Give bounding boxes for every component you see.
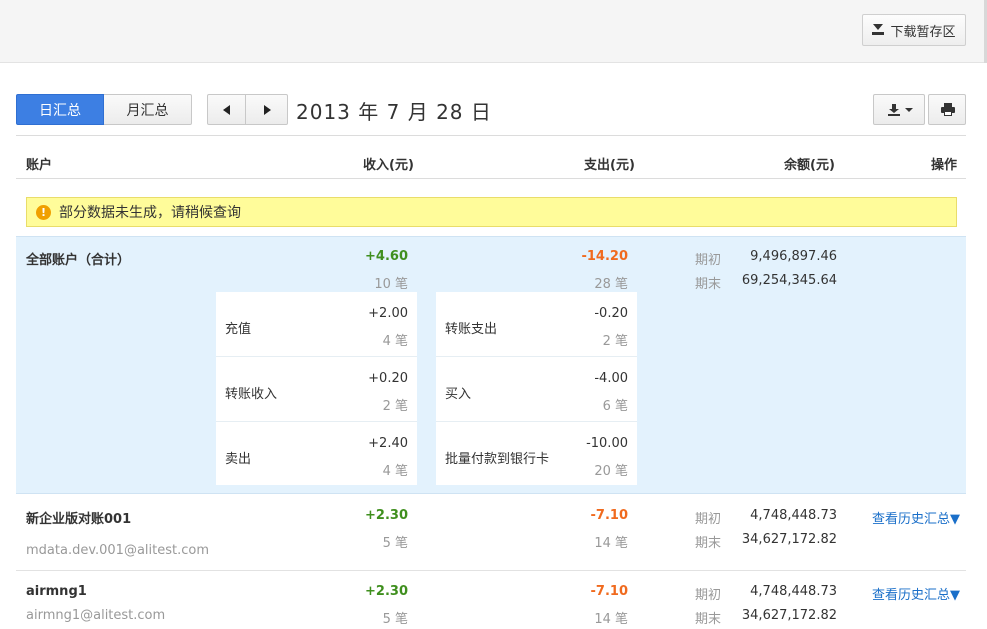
chevron-down-icon: [905, 108, 913, 112]
breakdown-label: 批量付款到银行卡: [445, 452, 550, 467]
top-bar: 下载暂存区: [0, 0, 987, 63]
breakdown-amount: +2.40: [368, 436, 408, 451]
total-opening-balance: 9,496,897.46: [750, 249, 837, 264]
download-icon: [872, 24, 885, 36]
breakdown-count: 4 笔: [382, 334, 408, 349]
account-closing-balance: 34,627,172.82: [741, 608, 837, 623]
breakdown-count: 2 笔: [382, 399, 408, 414]
row-divider: [16, 570, 966, 571]
header-expense: 支出(元): [584, 158, 635, 173]
account-income: +2.30: [365, 584, 408, 599]
list-item: 批量付款到银行卡 -10.00 20 笔: [436, 422, 637, 487]
summary-tabs: 日汇总 月汇总: [16, 94, 192, 125]
breakdown-count: 2 笔: [602, 334, 628, 349]
breakdown-amount: +0.20: [368, 371, 408, 386]
breakdown-label: 卖出: [225, 452, 252, 467]
print-button[interactable]: [928, 94, 966, 125]
date-month-unit: 月: [407, 100, 429, 124]
export-dropdown-button[interactable]: [873, 94, 925, 125]
notice-text: 部分数据未生成，请稍候查询: [59, 205, 241, 221]
prev-arrow-icon: [223, 105, 230, 115]
breakdown-count: 4 笔: [382, 464, 408, 479]
account-expense: -7.10: [590, 508, 628, 523]
total-expense-count: 28 笔: [594, 277, 628, 292]
list-item: 充值 +2.00 4 笔: [216, 292, 417, 357]
prev-date-button[interactable]: [207, 94, 246, 125]
download-area-button[interactable]: 下载暂存区: [862, 14, 966, 46]
date-day-unit: 日: [470, 100, 492, 124]
breakdown-label: 转账收入: [225, 387, 278, 402]
tab-daily-summary[interactable]: 日汇总: [16, 94, 104, 125]
date-month: 7: [386, 100, 401, 124]
breakdown-amount: -10.00: [586, 436, 628, 451]
account-email: mdata.dev.001@alitest.com: [26, 543, 210, 558]
breakdown-label: 转账支出: [445, 322, 498, 337]
next-arrow-icon: [264, 105, 271, 115]
income-breakdown: 充值 +2.00 4 笔 转账收入 +0.20 2 笔 卖出 +2.40 4 笔: [216, 292, 417, 485]
account-income: +2.30: [365, 508, 408, 523]
breakdown-amount: -4.00: [594, 371, 628, 386]
breakdown-amount: -0.20: [594, 306, 628, 321]
header-action: 操作: [931, 158, 958, 173]
account-name: airmng1: [26, 584, 87, 599]
account-closing-balance: 34,627,172.82: [741, 532, 837, 547]
header-bottom-divider: [16, 178, 966, 179]
list-item: 转账支出 -0.20 2 笔: [436, 292, 637, 357]
breakdown-label: 充值: [225, 322, 252, 337]
breakdown-count: 20 笔: [594, 464, 628, 479]
breakdown-amount: +2.00: [368, 306, 408, 321]
total-account-name: 全部账户（合计）: [26, 253, 131, 268]
account-opening-balance: 4,748,448.73: [750, 584, 837, 599]
print-icon: [941, 103, 955, 116]
header-top-divider: [16, 135, 966, 136]
total-closing-balance: 69,254,345.64: [741, 273, 837, 288]
account-expense-count: 14 笔: [594, 536, 628, 551]
account-income-count: 5 笔: [382, 612, 408, 627]
breakdown-label: 买入: [445, 387, 472, 402]
list-item: 转账收入 +0.20 2 笔: [216, 357, 417, 422]
account-name: 新企业版对账001: [26, 512, 132, 527]
warning-icon: !: [36, 204, 51, 220]
account-expense-count: 14 笔: [594, 612, 628, 627]
header-account: 账户: [26, 158, 53, 173]
view-history-link[interactable]: 查看历史汇总▼: [872, 508, 960, 527]
tab-monthly-summary[interactable]: 月汇总: [104, 94, 192, 125]
download-icon: [888, 104, 900, 116]
total-expense: -14.20: [581, 249, 628, 264]
date-day: 28: [436, 100, 464, 124]
account-income-count: 5 笔: [382, 536, 408, 551]
current-date: 2013 年 7 月 28 日: [296, 96, 492, 125]
account-email: airmng1@alitest.com: [26, 608, 166, 623]
date-year-unit: 年: [358, 100, 380, 124]
list-item: 卖出 +2.40 4 笔: [216, 422, 417, 487]
header-balance: 余额(元): [784, 158, 835, 173]
header-income: 收入(元): [363, 158, 414, 173]
account-opening-balance: 4,748,448.73: [750, 508, 837, 523]
account-expense: -7.10: [590, 584, 628, 599]
total-income-count: 10 笔: [374, 277, 408, 292]
breakdown-count: 6 笔: [602, 399, 628, 414]
list-item: 买入 -4.00 6 笔: [436, 357, 637, 422]
data-not-ready-notice: ! 部分数据未生成，请稍候查询: [26, 197, 957, 227]
expense-breakdown: 转账支出 -0.20 2 笔 买入 -4.00 6 笔 批量付款到银行卡 -10…: [436, 292, 637, 485]
view-history-link[interactable]: 查看历史汇总▼: [872, 584, 960, 603]
next-date-button[interactable]: [246, 94, 288, 125]
date-year: 2013: [296, 100, 351, 124]
total-income: +4.60: [365, 249, 408, 264]
download-area-label: 下载暂存区: [890, 24, 956, 40]
